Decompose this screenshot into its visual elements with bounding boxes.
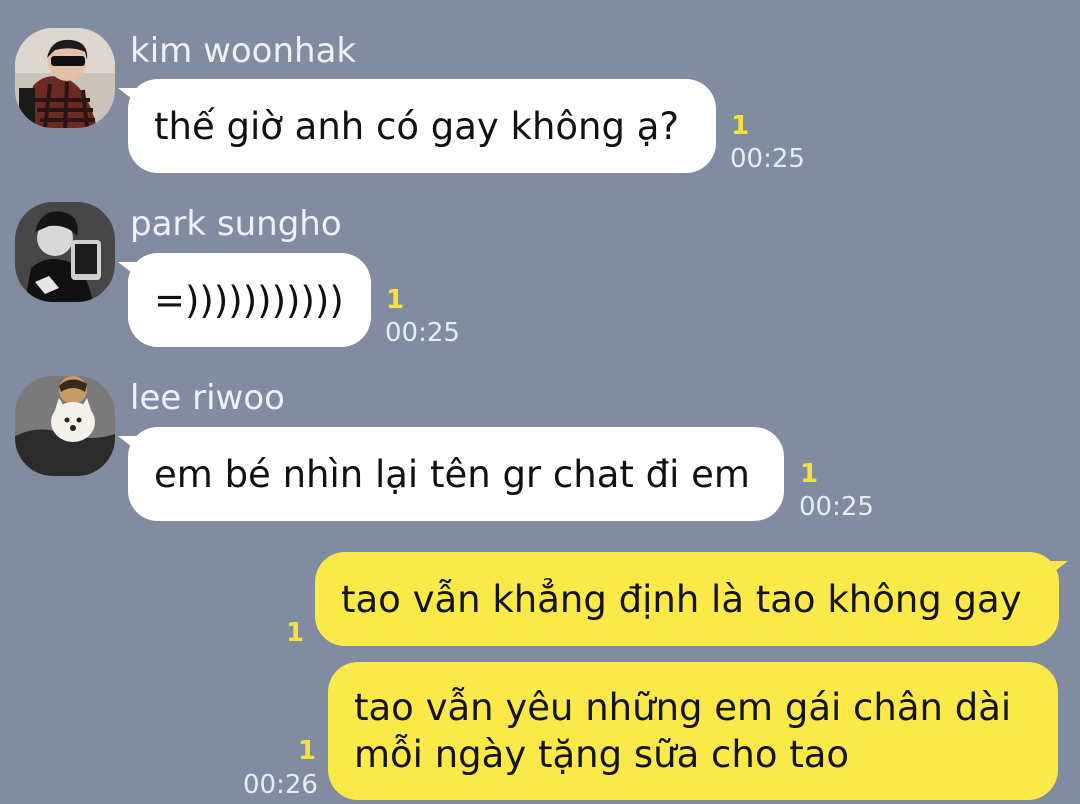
avatar-park-sungho[interactable]: [15, 202, 115, 302]
message-text: em bé nhìn lại tên gr chat đi em: [154, 453, 750, 496]
avatar-lee-riwoo[interactable]: [15, 376, 115, 476]
message-bubble[interactable]: tao vẫn khẳng định là tao không gay: [315, 552, 1059, 646]
message-text-line: tao vẫn yêu những em gái chân dài: [354, 686, 1012, 729]
sender-name: lee riwoo: [130, 378, 285, 418]
message-time: 00:25: [799, 492, 874, 522]
message-bubble[interactable]: =))))))))))): [128, 253, 371, 347]
unread-count: 1: [286, 618, 305, 648]
message-text: thế giờ anh có gay không ạ?: [154, 105, 680, 148]
message-bubble[interactable]: thế giờ anh có gay không ạ?: [128, 79, 716, 173]
profile-photo-icon: [15, 202, 115, 302]
message-time: 00:26: [243, 770, 318, 800]
message-time: 00:25: [730, 144, 805, 174]
sender-name: park sungho: [130, 204, 342, 244]
unread-count: 1: [298, 736, 317, 766]
profile-photo-icon: [15, 28, 115, 128]
unread-count: 1: [731, 111, 750, 141]
profile-photo-icon: [15, 376, 115, 476]
avatar-kim-woonhak[interactable]: [15, 28, 115, 128]
sender-name: kim woonhak: [130, 31, 357, 71]
message-text: =))))))))))): [154, 279, 344, 322]
bubble-tail: [1050, 561, 1068, 575]
message-text: tao vẫn khẳng định là tao không gay: [341, 578, 1022, 621]
unread-count: 1: [386, 285, 405, 315]
chat-messages-area[interactable]: kim woonhak thế giờ anh có gay không ạ? …: [0, 0, 1080, 804]
message-time: 00:25: [385, 318, 460, 348]
message-bubble[interactable]: tao vẫn yêu những em gái chân dài mỗi ng…: [328, 662, 1058, 800]
unread-count: 1: [800, 459, 819, 489]
message-bubble[interactable]: em bé nhìn lại tên gr chat đi em: [128, 427, 784, 521]
message-text-line: mỗi ngày tặng sữa cho tao: [354, 733, 850, 777]
